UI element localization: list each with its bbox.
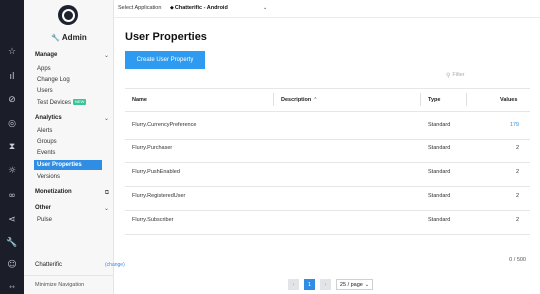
- column-header-description[interactable]: Description ⌃: [281, 97, 317, 103]
- filter-placeholder: Filter: [452, 72, 465, 78]
- table-header-border: [125, 111, 530, 112]
- current-app-name: Chatterific: [35, 262, 63, 268]
- analytics-bars-icon[interactable]: ıl: [0, 70, 24, 84]
- column-divider: [420, 93, 421, 106]
- application-name: Chatterific - Android: [174, 5, 228, 11]
- sidebar-item-user-properties[interactable]: User Properties: [34, 160, 102, 170]
- collapse-arrows-icon[interactable]: ↔: [0, 280, 24, 294]
- row-values: 2: [515, 145, 519, 151]
- row-values-link[interactable]: 179: [479, 122, 519, 128]
- sidebar-item-events[interactable]: Events: [37, 150, 55, 156]
- row-name[interactable]: Flurry.Subscriber: [132, 217, 173, 223]
- sun-icon[interactable]: ☼: [0, 164, 24, 178]
- select-application-label: Select Application: [118, 5, 162, 11]
- application-selector[interactable]: ◆Chatterific - Android: [170, 5, 228, 11]
- column-divider: [466, 93, 467, 106]
- sidebar-item-pulse[interactable]: Pulse: [37, 217, 52, 223]
- sidebar-item-versions[interactable]: Versions: [37, 174, 60, 180]
- table-top-border: [125, 88, 530, 89]
- icon-rail: ☆ ıl ⊘ ◎ ⧗ ☼ ∞ ⋖ 🔧 ☺ ↔: [0, 0, 24, 294]
- property-count: 0 / 500: [509, 257, 526, 263]
- row-type: Standard: [428, 169, 451, 175]
- chevron-down-icon: ⌄: [103, 205, 109, 212]
- chevron-down-icon: ⌄: [103, 52, 109, 59]
- section-label: Other: [35, 205, 52, 211]
- column-header-type[interactable]: Type: [428, 97, 440, 103]
- row-type: Standard: [428, 145, 451, 151]
- section-manage[interactable]: Manage ⌄: [35, 52, 109, 59]
- chevron-down-icon: ⌄: [103, 115, 109, 122]
- next-page-button[interactable]: ›: [320, 279, 331, 290]
- sidebar-item-users[interactable]: Users: [37, 88, 53, 94]
- section-label: Monetization: [35, 189, 72, 195]
- sidebar-item-apps[interactable]: Apps: [37, 66, 51, 72]
- admin-heading: 🔧 Admin: [24, 33, 114, 42]
- new-badge: NEW: [73, 99, 87, 105]
- row-divider: [125, 210, 530, 211]
- admin-label: Admin: [61, 33, 87, 42]
- star-icon[interactable]: ☆: [0, 45, 24, 59]
- page-1-button[interactable]: 1: [304, 279, 315, 290]
- section-label: Analytics: [35, 115, 62, 121]
- app-diamond-icon: ◆: [170, 5, 174, 11]
- user-circle-icon[interactable]: ☺: [0, 258, 24, 272]
- sidebar: 🔧 Admin Manage ⌄ Apps Change Log Users Tes…: [24, 0, 125, 294]
- sidebar-item-alerts[interactable]: Alerts: [37, 128, 52, 134]
- sidebar-item-groups[interactable]: Groups: [37, 139, 57, 145]
- target-icon[interactable]: ◎: [0, 117, 24, 131]
- external-link-icon: ⧉: [104, 189, 109, 196]
- row-divider: [125, 162, 530, 163]
- hourglass-icon[interactable]: ⧗: [0, 140, 24, 154]
- sidebar-item-label: Test Devices: [37, 100, 72, 106]
- sidebar-item-change-log[interactable]: Change Log: [37, 77, 70, 83]
- chevron-down-icon: ⌄: [364, 281, 370, 288]
- column-header-name[interactable]: Name: [132, 97, 147, 103]
- row-values: 2: [515, 193, 519, 199]
- prev-page-button[interactable]: ‹: [288, 279, 299, 290]
- section-analytics[interactable]: Analytics ⌄: [35, 115, 109, 122]
- row-name[interactable]: Flurry.PushEnabled: [132, 169, 180, 175]
- row-values: 2: [515, 169, 519, 175]
- chevron-down-icon[interactable]: ⌄: [263, 5, 267, 11]
- section-other[interactable]: Other ⌄: [35, 205, 109, 212]
- divider: [24, 275, 114, 276]
- row-name[interactable]: Flurry.CurrencyPreference: [132, 122, 196, 128]
- share-icon[interactable]: ⋖: [0, 213, 24, 227]
- page-title: User Properties: [125, 31, 207, 43]
- row-type: Standard: [428, 217, 451, 223]
- row-type: Standard: [428, 122, 451, 128]
- infinity-icon[interactable]: ∞: [0, 189, 24, 203]
- row-name[interactable]: Flurry.Purchaser: [132, 145, 172, 151]
- create-user-property-button[interactable]: Create User Property: [125, 51, 205, 69]
- app-logo[interactable]: [58, 5, 78, 25]
- change-app-link[interactable]: (change): [105, 262, 125, 268]
- section-label: Manage: [35, 52, 58, 58]
- sidebar-item-test-devices[interactable]: Test Devices NEW: [37, 99, 87, 106]
- sort-ascending-icon: ⌃: [313, 97, 318, 103]
- page-size-select[interactable]: 25 / page ⌄: [336, 279, 373, 290]
- row-divider: [125, 139, 530, 140]
- column-divider: [273, 93, 274, 106]
- no-entry-icon[interactable]: ⊘: [0, 93, 24, 107]
- page-size-label: 25 / page: [339, 281, 363, 288]
- top-bar: Select Application ◆Chatterific - Androi…: [114, 0, 540, 18]
- row-divider: [125, 234, 530, 235]
- column-header-label: Description: [281, 97, 312, 103]
- row-name[interactable]: Flurry.RegisteredUser: [132, 193, 185, 199]
- row-values: 2: [515, 217, 519, 223]
- wrench-icon[interactable]: 🔧: [0, 236, 24, 250]
- row-type: Standard: [428, 193, 451, 199]
- filter-input[interactable]: ⚲ Filter: [446, 70, 526, 80]
- column-header-values[interactable]: Values: [500, 97, 517, 103]
- section-monetization[interactable]: Monetization ⧉: [35, 189, 109, 197]
- minimize-navigation-button[interactable]: Minimize Navigation: [35, 282, 84, 288]
- wrench-icon: 🔧: [51, 34, 60, 42]
- row-divider: [125, 186, 530, 187]
- search-icon: ⚲: [446, 71, 451, 79]
